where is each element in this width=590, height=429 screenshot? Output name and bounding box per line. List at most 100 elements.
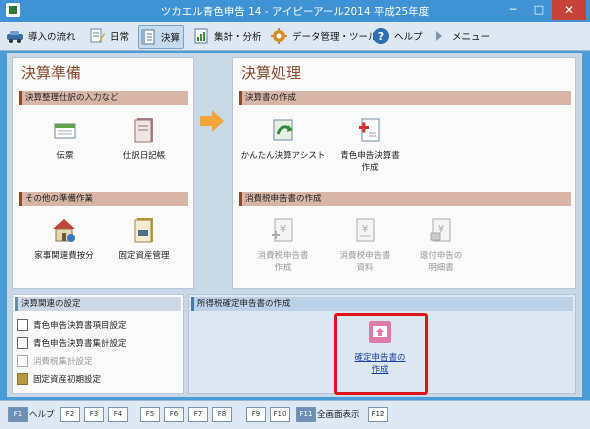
maximize-button[interactable]: □ bbox=[526, 0, 552, 20]
toolbar-data-tools[interactable]: データ管理・ツール bbox=[270, 25, 378, 47]
toolbar-menu[interactable]: メニュー bbox=[430, 25, 490, 47]
ledger-icon bbox=[139, 28, 157, 46]
car-icon bbox=[6, 27, 24, 45]
toolbar-analysis[interactable]: 集計・分析 bbox=[192, 25, 262, 47]
aoiro-statement-button[interactable]: 青色申告決算書 作成 bbox=[329, 116, 411, 174]
process-title: 決算処理 bbox=[241, 64, 302, 82]
assist-icon bbox=[270, 116, 296, 144]
tax-docs-label-1: 消費税申告書 bbox=[339, 251, 391, 261]
prep-panel: 決算準備 決算整理仕訳の入力など 伝票 仕訳日記帳 その他の準備作業 家事関連費… bbox=[12, 57, 194, 289]
f12-key[interactable]: F12 bbox=[368, 407, 388, 422]
f1-label: ヘルプ bbox=[29, 410, 55, 420]
minimize-button[interactable]: ─ bbox=[500, 0, 526, 20]
settings-panel: 決算関連の設定 青色申告決算書項目設定 青色申告決算書集計設定 消費税集計設定 … bbox=[12, 294, 184, 394]
f7-key[interactable]: F7 bbox=[188, 407, 208, 422]
tax-create-icon: ¥ bbox=[270, 216, 296, 244]
f10-key[interactable]: F10 bbox=[270, 407, 290, 422]
fixed-assets-book-icon bbox=[131, 216, 157, 244]
toolbar-menu-label: メニュー bbox=[452, 32, 491, 43]
toolbar-analysis-label: 集計・分析 bbox=[214, 32, 262, 43]
f9-key[interactable]: F9 bbox=[246, 407, 266, 422]
f11-label: 全画面表示 bbox=[317, 410, 360, 420]
document-icon bbox=[17, 337, 28, 349]
toolbar-daily-label: 日常 bbox=[110, 32, 130, 43]
f1-key[interactable]: F1 bbox=[8, 407, 28, 422]
tax-docs-button[interactable]: ¥ 消費税申告書 資料 bbox=[323, 216, 407, 274]
kaji-button[interactable]: 家事関連費按分 bbox=[27, 216, 101, 262]
f11-key[interactable]: F11 bbox=[296, 407, 316, 422]
assist-button[interactable]: かんたん決算アシスト bbox=[237, 116, 329, 162]
toolbar-data-tools-label: データ管理・ツール bbox=[292, 32, 378, 43]
settings-link-fixed-assets[interactable]: 固定資産初期設定 bbox=[17, 373, 101, 385]
close-button[interactable]: ✕ bbox=[552, 0, 586, 20]
refund-details-label-2: 明細書 bbox=[428, 263, 454, 273]
toolbar-settlement-label: 決算 bbox=[161, 33, 181, 44]
settings-title: 決算関連の設定 bbox=[15, 297, 181, 311]
f6-key[interactable]: F6 bbox=[164, 407, 184, 422]
refund-details-button[interactable]: ¥ 還付申告の 明細書 bbox=[405, 216, 477, 274]
statement-section: 決算書の作成 bbox=[239, 91, 571, 105]
denpyo-button[interactable]: 伝票 bbox=[35, 116, 95, 162]
tax-docs-icon: ¥ bbox=[352, 216, 378, 244]
final-return-icon bbox=[366, 318, 394, 346]
tax-create-button[interactable]: ¥ 消費税申告書 作成 bbox=[241, 216, 325, 274]
document-icon bbox=[17, 355, 28, 367]
final-return-label-1: 確定申告書の bbox=[354, 353, 406, 363]
refund-details-label-1: 還付申告の bbox=[419, 251, 463, 261]
process-panel: 決算処理 決算書の作成 かんたん決算アシスト 青色申告決算書 作成 消費税申告書… bbox=[232, 57, 576, 289]
aoiro-statement-icon bbox=[357, 116, 383, 144]
document-icon bbox=[17, 319, 28, 331]
tax-create-label-2: 作成 bbox=[274, 263, 292, 273]
tax-section: 消費税申告書の作成 bbox=[239, 192, 571, 206]
settings-link-tax-totals-label: 消費税集計設定 bbox=[33, 357, 93, 367]
help-icon: ? bbox=[372, 27, 390, 45]
journal-button[interactable]: 仕訳日記帳 bbox=[113, 116, 175, 162]
house-icon bbox=[51, 216, 77, 244]
main-toolbar: 導入の流れ 日常 決算 集計・分析 データ管理・ツール ? ヘルプ メニュー bbox=[0, 22, 590, 51]
settings-link-aoiro-items[interactable]: 青色申告決算書項目設定 bbox=[17, 319, 127, 331]
income-tax-title: 所得税確定申告書の作成 bbox=[191, 297, 573, 311]
toolbar-intro-flow-label: 導入の流れ bbox=[28, 32, 76, 43]
settings-link-aoiro-totals-label: 青色申告決算書集計設定 bbox=[33, 339, 127, 349]
prep-entry-section: 決算整理仕訳の入力など bbox=[19, 91, 188, 105]
assist-label: かんたん決算アシスト bbox=[240, 151, 326, 161]
refund-details-icon: ¥ bbox=[428, 216, 454, 244]
aoiro-statement-label-2: 作成 bbox=[361, 163, 379, 173]
f2-key[interactable]: F2 bbox=[60, 407, 80, 422]
svg-text:?: ? bbox=[378, 30, 384, 43]
f8-key[interactable]: F8 bbox=[212, 407, 232, 422]
settings-link-tax-totals[interactable]: 消費税集計設定 bbox=[17, 355, 93, 367]
voucher-icon bbox=[52, 116, 78, 144]
settings-link-fixed-assets-label: 固定資産初期設定 bbox=[33, 375, 102, 385]
title-bar: ツカエル青色申告 14 - アイピーアール2014 平成25年度 ─ □ ✕ bbox=[0, 0, 590, 22]
toolbar-help-label: ヘルプ bbox=[394, 32, 423, 43]
f5-key[interactable]: F5 bbox=[140, 407, 160, 422]
report-icon bbox=[192, 27, 210, 45]
kaji-label: 家事関連費按分 bbox=[34, 251, 94, 261]
function-key-bar: F1 ヘルプ F2 F3 F4 F5 F6 F7 F8 F9 F10 F11 全… bbox=[0, 400, 590, 429]
svg-text:¥: ¥ bbox=[362, 224, 368, 235]
truck-icon bbox=[17, 373, 28, 385]
final-return-label-2: 作成 bbox=[371, 365, 389, 375]
toolbar-help[interactable]: ? ヘルプ bbox=[372, 25, 423, 47]
fixed-assets-button[interactable]: 固定資産管理 bbox=[111, 216, 177, 262]
toolbar-daily[interactable]: 日常 bbox=[88, 25, 129, 47]
pencil-icon bbox=[88, 27, 106, 45]
aoiro-statement-label-1: 青色申告決算書 bbox=[340, 151, 400, 161]
final-return-button[interactable]: 確定申告書の 作成 bbox=[340, 318, 420, 376]
prep-title: 決算準備 bbox=[21, 64, 82, 82]
denpyo-label: 伝票 bbox=[56, 151, 74, 161]
settings-link-aoiro-items-label: 青色申告決算書項目設定 bbox=[33, 321, 127, 331]
toolbar-settlement[interactable]: 決算 bbox=[138, 25, 185, 49]
tax-create-label-1: 消費税申告書 bbox=[257, 251, 309, 261]
f4-key[interactable]: F4 bbox=[108, 407, 128, 422]
f3-key[interactable]: F3 bbox=[84, 407, 104, 422]
journal-book-icon bbox=[131, 116, 157, 144]
prep-other-section: その他の準備作業 bbox=[19, 192, 188, 206]
journal-label: 仕訳日記帳 bbox=[122, 151, 166, 161]
toolbar-intro-flow[interactable]: 導入の流れ bbox=[6, 25, 76, 47]
settings-link-aoiro-totals[interactable]: 青色申告決算書集計設定 bbox=[17, 337, 127, 349]
menu-arrow-icon bbox=[430, 27, 448, 45]
fixed-assets-label: 固定資産管理 bbox=[118, 251, 170, 261]
svg-text:¥: ¥ bbox=[280, 224, 286, 235]
